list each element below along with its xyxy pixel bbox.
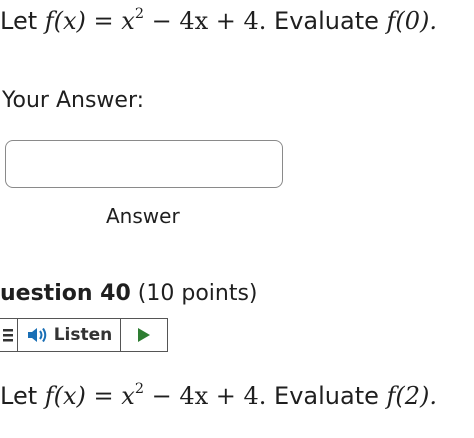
question-40-title: uestion 40 bbox=[0, 281, 131, 306]
question-39-prefix: Let bbox=[0, 7, 45, 35]
question-39-function: f(x) = x2 − 4x + 4. bbox=[44, 6, 267, 35]
question-40-prefix: Let bbox=[0, 382, 45, 410]
answer-label: Answer bbox=[106, 204, 180, 228]
question-40-function: f(x) = x2 − 4x + 4. bbox=[44, 381, 267, 410]
question-page: Let f(x) = x2 − 4x + 4. Evaluate f(0). Y… bbox=[0, 0, 474, 438]
listen-toolbar: Listen bbox=[0, 318, 168, 352]
play-button[interactable] bbox=[121, 319, 167, 351]
question-40-instruction: Evaluate bbox=[266, 382, 387, 410]
listen-label: Listen bbox=[53, 325, 113, 345]
speaker-icon bbox=[27, 327, 46, 343]
question-39-text: Let f(x) = x2 − 4x + 4. Evaluate f(0). bbox=[0, 6, 437, 36]
question-40-header: uestion 40 (10 points) bbox=[0, 281, 258, 306]
answer-input[interactable] bbox=[5, 140, 283, 188]
play-icon bbox=[138, 328, 150, 342]
question-40-target: f(2). bbox=[386, 382, 438, 410]
your-answer-heading: Your Answer: bbox=[2, 88, 145, 113]
question-40-text: Let f(x) = x2 − 4x + 4. Evaluate f(2). bbox=[0, 381, 437, 411]
question-39-instruction: Evaluate bbox=[266, 7, 387, 35]
listen-button[interactable]: Listen bbox=[18, 319, 121, 351]
menu-button[interactable] bbox=[0, 319, 18, 351]
question-39-target: f(0). bbox=[386, 7, 438, 35]
question-40-points: (10 points) bbox=[137, 281, 258, 306]
menu-icon bbox=[3, 329, 13, 342]
